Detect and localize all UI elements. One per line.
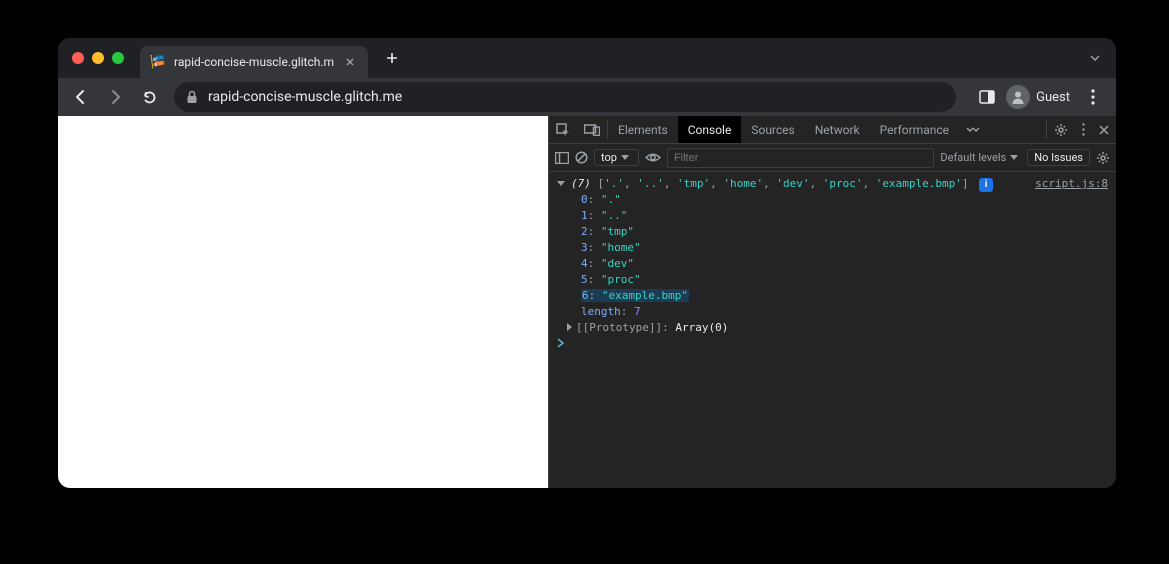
source-link[interactable]: script.js:8: [1025, 176, 1108, 192]
chevron-down-icon: [621, 155, 629, 160]
forward-button[interactable]: [100, 82, 130, 112]
maximize-window-button[interactable]: [112, 52, 124, 64]
expand-toggle-icon[interactable]: [567, 323, 572, 331]
page-viewport[interactable]: [58, 116, 548, 488]
window-dropdown-icon[interactable]: [1088, 38, 1102, 78]
browser-toolbar: rapid-concise-muscle.glitch.me Guest: [58, 78, 1116, 116]
devtools-close-icon[interactable]: [1092, 116, 1116, 143]
close-tab-button[interactable]: [342, 54, 358, 70]
reload-button[interactable]: [134, 82, 164, 112]
browser-menu-button[interactable]: [1078, 82, 1108, 112]
console-log-row[interactable]: (7) ['.', '..', 'tmp', 'home', 'dev', 'p…: [549, 176, 1116, 192]
inspect-element-icon[interactable]: [549, 116, 577, 143]
array-entry-row: 3: "home": [549, 240, 1116, 256]
tab-sources[interactable]: Sources: [741, 116, 804, 143]
more-tabs-icon[interactable]: [959, 116, 987, 143]
array-entry-row: 5: "proc": [549, 272, 1116, 288]
live-expression-icon[interactable]: [645, 152, 661, 163]
back-button[interactable]: [66, 82, 96, 112]
window-controls: [72, 52, 124, 64]
console-sidebar-toggle-icon[interactable]: [555, 152, 569, 164]
tab-strip: 🎏 rapid-concise-muscle.glitch.m: [58, 38, 1116, 78]
array-length-row: length: 7: [549, 304, 1116, 320]
close-window-button[interactable]: [72, 52, 84, 64]
tab-network[interactable]: Network: [805, 116, 870, 143]
lock-icon: [186, 90, 198, 104]
new-tab-button[interactable]: [378, 44, 406, 72]
expand-toggle-icon[interactable]: [557, 181, 565, 186]
url-text: rapid-concise-muscle.glitch.me: [208, 89, 402, 105]
array-summary: (7) ['.', '..', 'tmp', 'home', 'dev', 'p…: [571, 176, 1025, 192]
minimize-window-button[interactable]: [92, 52, 104, 64]
side-panel-icon[interactable]: [972, 82, 1002, 112]
devtools-panel: Elements Console Sources Network Perform…: [548, 116, 1116, 488]
tab-console[interactable]: Console: [678, 116, 742, 143]
array-entry-row: 1: "..": [549, 208, 1116, 224]
filter-input[interactable]: [667, 148, 934, 168]
browser-window: 🎏 rapid-concise-muscle.glitch.m rapi: [58, 38, 1116, 488]
devtools-menu-icon[interactable]: [1075, 116, 1092, 143]
browser-tab[interactable]: 🎏 rapid-concise-muscle.glitch.m: [140, 46, 368, 78]
array-entry-row: 2: "tmp": [549, 224, 1116, 240]
profile-button[interactable]: Guest: [1004, 82, 1076, 112]
context-label: top: [601, 151, 617, 164]
chevron-down-icon: [1010, 155, 1018, 160]
array-entry-row: 6: "example.bmp": [549, 288, 1116, 304]
content-area: Elements Console Sources Network Perform…: [58, 116, 1116, 488]
prototype-row[interactable]: [[Prototype]]: Array(0): [549, 320, 1116, 336]
tab-elements[interactable]: Elements: [608, 116, 678, 143]
array-entry-row: 0: ".": [549, 192, 1116, 208]
info-badge-icon[interactable]: i: [979, 178, 993, 192]
log-levels-selector[interactable]: Default levels: [940, 151, 1021, 164]
devtools-settings-icon[interactable]: [1047, 116, 1075, 143]
address-bar[interactable]: rapid-concise-muscle.glitch.me: [174, 82, 956, 112]
console-toolbar: top Default levels No Issues: [549, 144, 1116, 172]
console-output[interactable]: (7) ['.', '..', 'tmp', 'home', 'dev', 'p…: [549, 172, 1116, 488]
console-settings-icon[interactable]: [1096, 151, 1110, 165]
tab-title: rapid-concise-muscle.glitch.m: [174, 55, 334, 69]
devtools-tabs: Elements Console Sources Network Perform…: [549, 116, 1116, 144]
context-selector[interactable]: top: [594, 149, 639, 166]
issues-button[interactable]: No Issues: [1027, 149, 1090, 166]
toolbar-right: Guest: [972, 82, 1108, 112]
levels-label: Default levels: [940, 151, 1006, 164]
profile-label: Guest: [1036, 90, 1070, 105]
avatar-icon: [1006, 85, 1030, 109]
tab-favicon: 🎏: [150, 54, 166, 70]
array-entry-row: 4: "dev": [549, 256, 1116, 272]
tab-performance[interactable]: Performance: [870, 116, 959, 143]
device-toolbar-icon[interactable]: [577, 116, 607, 143]
console-prompt[interactable]: [549, 336, 1116, 350]
clear-console-icon[interactable]: [575, 151, 588, 164]
